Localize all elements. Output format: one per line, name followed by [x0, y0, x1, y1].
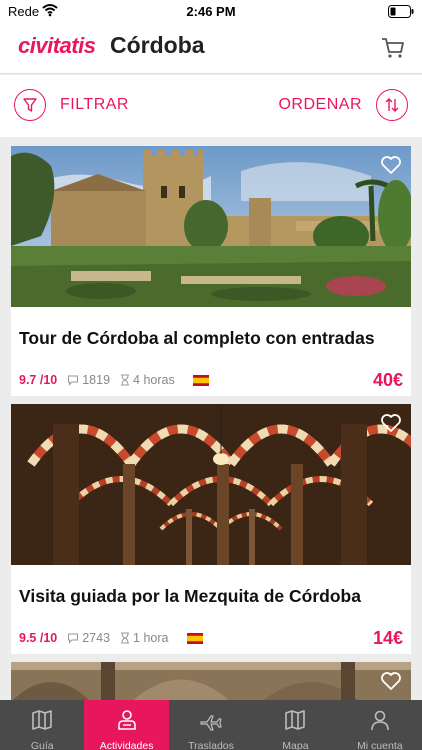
user-icon — [369, 709, 391, 736]
rating-label: 9.5 /10 — [19, 631, 58, 645]
filter-button[interactable]: FILTRAR — [14, 88, 129, 122]
status-bar: Rede 2:46 PM — [0, 0, 422, 24]
price-label: 40€ — [372, 370, 403, 390]
map-book-icon — [31, 709, 53, 736]
activity-card[interactable]: Visita guiada por la Mezquita de Córdoba… — [11, 404, 411, 654]
rating-label: 9.7 /10 — [19, 373, 58, 387]
alcazar-photo[interactable] — [11, 146, 411, 307]
filter-bar: FILTRAR ORDENAR — [0, 75, 422, 137]
reviews-count: 2743 — [82, 631, 111, 645]
map-icon — [284, 709, 306, 736]
spain-flag-icon — [186, 632, 203, 644]
app-header: civitatis Córdoba — [0, 24, 422, 74]
tab-mi-cuenta[interactable]: Mi cuenta — [338, 700, 422, 750]
order-label: ORDENAR — [278, 96, 362, 113]
heart-icon[interactable] — [379, 669, 403, 693]
reviews-count: 1819 — [82, 373, 111, 387]
tab-label: Mi cuenta — [357, 740, 403, 750]
tab-traslados[interactable]: Traslados — [169, 700, 253, 750]
duration-label: 4 horas — [133, 373, 175, 387]
duration-label: 1 hora — [133, 631, 169, 645]
hourglass-icon — [120, 374, 130, 386]
card-meta: 9.5 /10 2743 1 hora — [19, 630, 203, 646]
mezquita-photo[interactable] — [11, 404, 411, 565]
bottom-tab-bar: Guía Actividades Traslados Mapa Mi cuent… — [0, 700, 422, 750]
activity-card[interactable]: Tour de Córdoba al completo con entradas… — [11, 146, 411, 396]
hourglass-icon — [120, 632, 130, 644]
filter-label: FILTRAR — [60, 96, 129, 113]
order-button[interactable]: ORDENAR — [278, 88, 408, 122]
interior-photo[interactable] — [11, 662, 411, 702]
card-title[interactable]: Visita guiada por la Mezquita de Córdoba — [19, 586, 361, 607]
card-title[interactable]: Tour de Córdoba al completo con entradas — [19, 328, 375, 349]
filter-icon — [14, 89, 46, 121]
sort-icon — [376, 89, 408, 121]
page-title: Córdoba — [110, 32, 205, 58]
card-meta: 9.7 /10 1819 4 horas — [19, 372, 209, 388]
tab-guia[interactable]: Guía — [0, 700, 84, 750]
heart-icon[interactable] — [379, 411, 403, 435]
tab-mapa[interactable]: Mapa — [253, 700, 337, 750]
activity-card[interactable] — [11, 662, 411, 702]
tab-label: Mapa — [282, 740, 309, 750]
tab-label: Actividades — [99, 740, 154, 750]
tab-label: Traslados — [188, 740, 234, 750]
heart-icon[interactable] — [379, 153, 403, 177]
price-label: 14€ — [372, 628, 403, 648]
status-time: 2:46 PM — [186, 4, 236, 19]
person-icon — [116, 709, 138, 736]
comment-icon — [67, 374, 79, 386]
battery-icon — [388, 5, 414, 23]
airplane-icon — [199, 709, 223, 736]
app-screen: Rede 2:46 PM civitatis Córdoba FILTRAR O… — [0, 0, 422, 750]
tab-actividades[interactable]: Actividades — [84, 700, 169, 750]
cart-icon[interactable] — [380, 35, 406, 61]
comment-icon — [67, 632, 79, 644]
tab-label: Guía — [30, 740, 54, 750]
spain-flag-icon — [192, 374, 209, 386]
civitatis-logo[interactable]: civitatis — [18, 33, 96, 59]
